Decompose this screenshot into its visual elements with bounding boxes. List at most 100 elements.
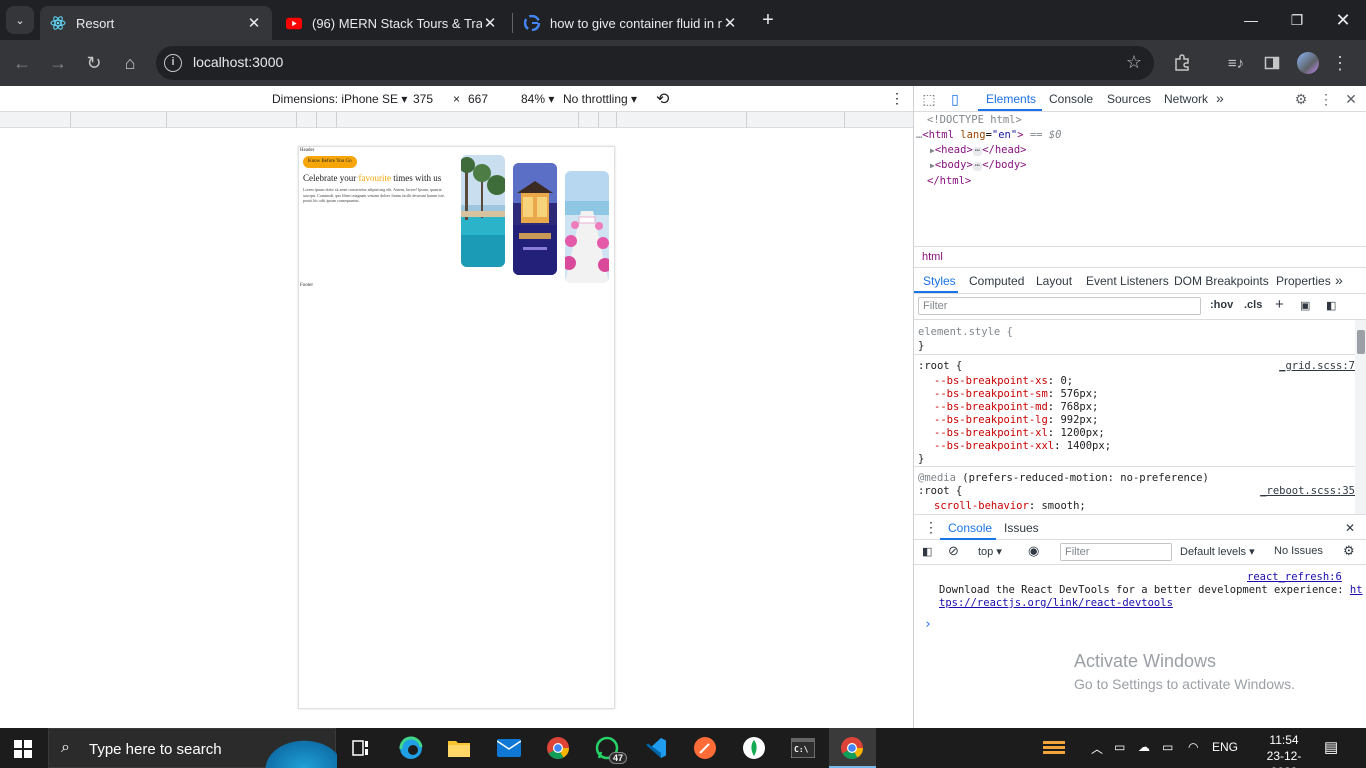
tab-properties[interactable]: Properties — [1276, 274, 1331, 288]
mongodb-compass-icon[interactable] — [740, 734, 768, 762]
styles-scrollbar[interactable] — [1355, 320, 1366, 514]
tab-console[interactable]: Console — [1049, 92, 1093, 106]
tab-dom-breakpoints[interactable]: DOM Breakpoints — [1174, 274, 1269, 288]
chrome-icon[interactable] — [544, 734, 572, 762]
new-tab-button[interactable]: + — [756, 8, 780, 32]
edge-icon[interactable] — [397, 734, 425, 762]
postman-icon[interactable] — [691, 734, 719, 762]
network-icon[interactable]: ▭ — [1162, 740, 1173, 754]
device-select[interactable]: Dimensions: iPhone SE ▾ — [272, 92, 407, 106]
css-property[interactable]: --bs-breakpoint-lg: 992px; — [934, 414, 1098, 426]
context-select[interactable]: top ▾ — [978, 545, 1002, 558]
tab-computed[interactable]: Computed — [969, 274, 1024, 288]
close-icon[interactable]: ✕ — [482, 14, 498, 32]
more-menu-icon[interactable]: ⋮ — [1326, 49, 1354, 77]
devtools-menu-icon[interactable]: ⋮ — [1318, 91, 1334, 108]
tab-elements[interactable]: Elements — [986, 92, 1036, 106]
device-width-input[interactable]: 375 — [413, 92, 433, 106]
taskbar-search-box[interactable]: ⌕ Type here to search — [48, 728, 337, 768]
reboot-scss-link[interactable]: _reboot.scss:35 — [1260, 485, 1355, 497]
html-close-node[interactable]: </html> — [927, 175, 971, 187]
element-style-rule[interactable]: element.style { — [918, 326, 1013, 338]
side-panel-icon[interactable] — [1258, 49, 1286, 77]
tab-layout[interactable]: Layout — [1036, 274, 1072, 288]
new-rule-icon[interactable]: + — [1275, 296, 1284, 313]
drawer-tab-console[interactable]: Console — [948, 521, 992, 535]
windows-start-icon[interactable] — [14, 740, 32, 758]
drawer-menu-icon[interactable]: ⋮ — [924, 519, 938, 536]
meet-now-icon[interactable]: ▭ — [1114, 740, 1125, 754]
issues-count[interactable]: No Issues — [1274, 545, 1323, 557]
device-height-input[interactable]: 667 — [468, 92, 488, 106]
clear-console-icon[interactable]: ⊘ — [948, 543, 959, 559]
weather-icon[interactable] — [1040, 734, 1068, 762]
task-view-icon[interactable] — [347, 734, 375, 762]
notifications-icon[interactable]: ▤ — [1324, 738, 1338, 756]
root-selector-2[interactable]: :root { — [918, 485, 962, 497]
site-info-icon[interactable]: i — [164, 54, 182, 72]
throttling-select[interactable]: No throttling ▾ — [563, 92, 637, 106]
doctype-node[interactable]: <!DOCTYPE html> — [927, 114, 1022, 126]
close-icon[interactable]: ✕ — [246, 14, 262, 32]
css-property[interactable]: --bs-breakpoint-xs: 0; — [934, 375, 1073, 387]
css-property[interactable]: scroll-behavior: smooth; — [934, 500, 1086, 512]
language-indicator[interactable]: ENG — [1212, 740, 1238, 754]
settings-gear-icon[interactable]: ⚙ — [1293, 91, 1309, 108]
terminal-icon[interactable]: C:\ — [789, 734, 817, 762]
paint-icon[interactable]: ▣ — [1300, 299, 1310, 312]
vscode-icon[interactable] — [642, 734, 670, 762]
console-settings-icon[interactable]: ⚙ — [1343, 543, 1355, 559]
address-bar[interactable]: i localhost:3000 ☆ — [156, 46, 1154, 80]
onedrive-cloud-icon[interactable]: ☁ — [1138, 740, 1150, 754]
address-url[interactable]: localhost:3000 — [193, 54, 283, 70]
more-tabs-icon[interactable]: » — [1216, 90, 1224, 106]
close-icon[interactable]: ✕ — [722, 14, 738, 32]
zoom-select[interactable]: 84% ▾ — [521, 92, 554, 106]
drawer-close-icon[interactable]: ✕ — [1345, 521, 1355, 535]
devtools-close-icon[interactable]: ✕ — [1343, 91, 1359, 108]
console-source-link[interactable]: react_refresh:6 — [1247, 571, 1342, 583]
tab-sources[interactable]: Sources — [1107, 92, 1151, 106]
hov-toggle[interactable]: :hov — [1210, 299, 1233, 311]
tab-youtube[interactable]: (96) MERN Stack Tours & Travel ✕ — [276, 6, 508, 40]
root-selector[interactable]: :root { — [918, 360, 962, 372]
whatsapp-icon[interactable]: 47 — [593, 734, 627, 764]
profile-avatar[interactable] — [1297, 52, 1319, 74]
tab-event-listeners[interactable]: Event Listeners — [1086, 274, 1169, 288]
css-property[interactable]: --bs-breakpoint-sm: 576px; — [934, 388, 1098, 400]
device-more-icon[interactable]: ⋮ — [890, 90, 904, 107]
tab-network[interactable]: Network — [1164, 92, 1208, 106]
forward-icon[interactable]: → — [44, 49, 72, 77]
css-property[interactable]: --bs-breakpoint-xxl: 1400px; — [934, 440, 1111, 452]
media-controls-icon[interactable]: ≡♪ — [1222, 49, 1250, 77]
console-prompt[interactable]: › — [924, 617, 932, 632]
log-levels-select[interactable]: Default levels ▾ — [1180, 545, 1255, 558]
toggle-sidebar-icon[interactable]: ◧ — [1326, 299, 1336, 312]
styles-filter-input[interactable]: Filter — [918, 297, 1201, 315]
device-toggle-icon[interactable]: ▯ — [947, 91, 963, 108]
scrollbar-thumb[interactable] — [1357, 330, 1365, 354]
wifi-icon[interactable]: ◠ — [1188, 740, 1198, 754]
breadcrumb-html[interactable]: html — [922, 251, 943, 263]
sidebar-toggle-icon[interactable]: ◧ — [922, 545, 932, 558]
body-node[interactable]: ▶<body> ⋯ </body> — [930, 159, 1026, 171]
head-node[interactable]: ▶<head> ⋯ </head> — [930, 144, 1026, 156]
media-query-ruler[interactable] — [0, 112, 913, 128]
system-clock[interactable]: 11:54 23-12-2023 — [1258, 732, 1310, 768]
back-icon[interactable]: ← — [8, 49, 36, 77]
tab-styles[interactable]: Styles — [923, 274, 956, 288]
restore-icon[interactable]: ❐ — [1274, 0, 1320, 40]
cls-toggle[interactable]: .cls — [1244, 299, 1262, 311]
html-node[interactable]: …<html lang="en"> == $0 — [916, 129, 1061, 141]
css-property[interactable]: --bs-breakpoint-md: 768px; — [934, 401, 1098, 413]
extensions-icon[interactable] — [1168, 49, 1196, 77]
css-property[interactable]: --bs-breakpoint-xl: 1200px; — [934, 427, 1105, 439]
tab-search-chevron-icon[interactable]: ⌄ — [6, 6, 34, 34]
more-style-tabs-icon[interactable]: » — [1335, 272, 1343, 288]
react-devtools-link[interactable]: tps://reactjs.org/link/react-devtools — [939, 597, 1173, 609]
chrome-active-task-icon[interactable] — [829, 728, 876, 768]
rotate-icon[interactable]: ⟲ — [656, 89, 669, 109]
show-hidden-icons-chevron-icon[interactable]: ︿ — [1091, 740, 1103, 757]
tab-google[interactable]: how to give container fluid in re ✕ — [514, 6, 748, 40]
know-before-you-go-pill[interactable]: Know Before You Go — [303, 156, 357, 168]
